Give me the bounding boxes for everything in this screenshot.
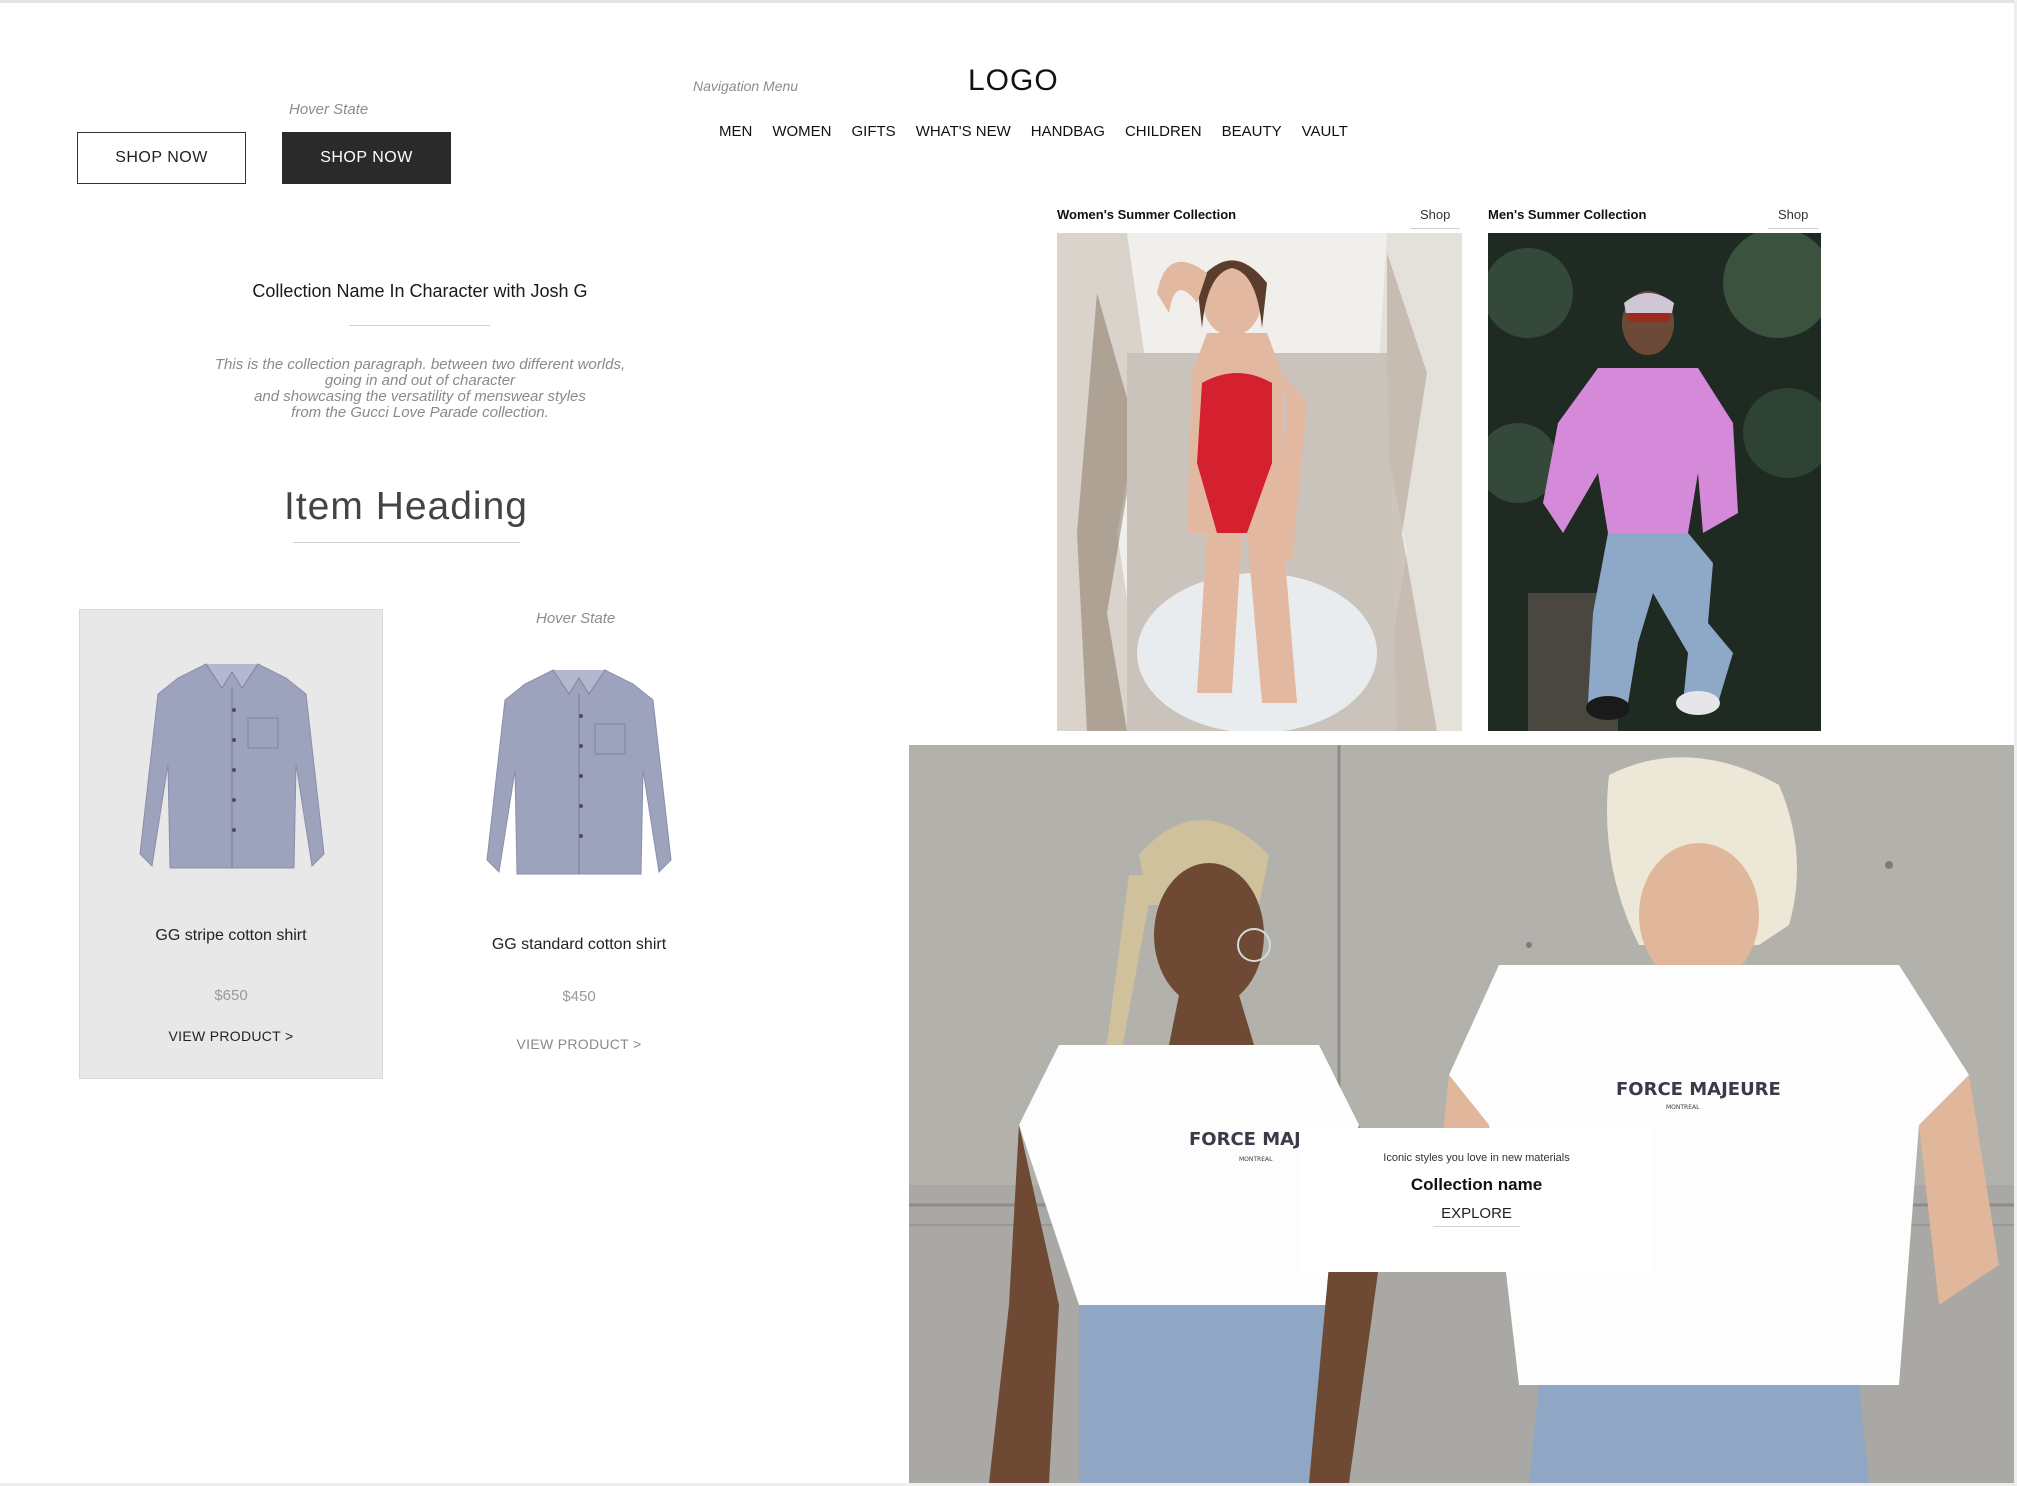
- explore-link[interactable]: EXPLORE: [1433, 1205, 1520, 1227]
- nav-item-gifts[interactable]: GIFTS: [852, 123, 896, 140]
- collection-overlay-card: Iconic styles you love in new materials …: [1299, 1128, 1654, 1272]
- collection-paragraph-line: This is the collection paragraph. betwee…: [214, 356, 626, 373]
- collection-title-underline: [349, 325, 490, 326]
- womens-collection-photo[interactable]: [1057, 233, 1462, 731]
- collection-paragraph-line: and showcasing the versatility of menswe…: [254, 388, 586, 405]
- product-price: $450: [562, 988, 596, 1005]
- main-navigation: MEN WOMEN GIFTS WHAT'S NEW HANDBAG CHILD…: [719, 123, 1348, 140]
- product-price: $650: [214, 987, 248, 1004]
- shirt-image: [139, 663, 325, 869]
- man-on-rock-illustration: [1488, 233, 1821, 731]
- shirt-print-text: FORCE MAJEURE: [1616, 1079, 1781, 1100]
- product-card[interactable]: GG stripe cotton shirt $650 VIEW PRODUCT…: [79, 609, 383, 1079]
- nav-menu-note: Navigation Menu: [693, 78, 799, 94]
- item-heading-underline: [293, 542, 520, 543]
- nav-item-women[interactable]: WOMEN: [772, 123, 831, 140]
- logo[interactable]: LOGO: [968, 64, 1059, 98]
- nav-item-men[interactable]: MEN: [719, 123, 752, 140]
- shirt-print-subtext: MONTREAL: [1239, 1156, 1273, 1163]
- panel-title: Men's Summer Collection: [1488, 207, 1647, 222]
- collection-paragraph-line: going in and out of character: [324, 372, 516, 389]
- nav-item-handbag[interactable]: HANDBAG: [1031, 123, 1105, 140]
- shirt-print-subtext: MONTREAL: [1666, 1104, 1700, 1111]
- collection-banner: FORCE MAJEURE MONTREAL FORCE MAJEURE MON…: [909, 745, 2014, 1483]
- nav-item-children[interactable]: CHILDREN: [1125, 123, 1202, 140]
- mens-collection-photo[interactable]: [1488, 233, 1821, 731]
- top-divider: [0, 0, 2017, 3]
- collection-name: Collection name: [1410, 1175, 1543, 1194]
- product-name[interactable]: GG standard cotton shirt: [427, 936, 731, 954]
- nav-item-vault[interactable]: VAULT: [1302, 123, 1348, 140]
- item-heading: Item Heading: [284, 485, 528, 528]
- shop-now-button-hover[interactable]: SHOP NOW: [282, 132, 451, 184]
- couple-in-tshirts-illustration: FORCE MAJEURE MONTREAL FORCE MAJEURE MON…: [909, 745, 2014, 1483]
- nav-item-beauty[interactable]: BEAUTY: [1222, 123, 1282, 140]
- button-hover-note: Hover State: [289, 101, 369, 118]
- nav-item-whats-new[interactable]: WHAT'S NEW: [916, 123, 1011, 140]
- woman-in-water-illustration: [1057, 233, 1462, 731]
- collection-paragraph: This is the collection paragraph. betwee…: [140, 357, 700, 421]
- product-hover-note: Hover State: [536, 610, 616, 627]
- product-name[interactable]: GG stripe cotton shirt: [80, 927, 382, 945]
- collection-title: Collection Name In Character with Josh G: [252, 281, 588, 301]
- view-product-link[interactable]: VIEW PRODUCT >: [427, 1036, 731, 1052]
- collection-paragraph-line: from the Gucci Love Parade collection.: [291, 404, 549, 421]
- shop-now-button[interactable]: SHOP NOW: [77, 132, 246, 184]
- shop-link[interactable]: Shop: [1768, 207, 1819, 229]
- shop-link[interactable]: Shop: [1410, 207, 1461, 229]
- product-card[interactable]: GG standard cotton shirt $450 VIEW PRODU…: [427, 650, 731, 1070]
- panel-title: Women's Summer Collection: [1057, 207, 1237, 222]
- shirt-image: [486, 669, 672, 875]
- collection-tagline: Iconic styles you love in new materials: [1383, 1152, 1570, 1164]
- view-product-link[interactable]: VIEW PRODUCT >: [80, 1028, 382, 1044]
